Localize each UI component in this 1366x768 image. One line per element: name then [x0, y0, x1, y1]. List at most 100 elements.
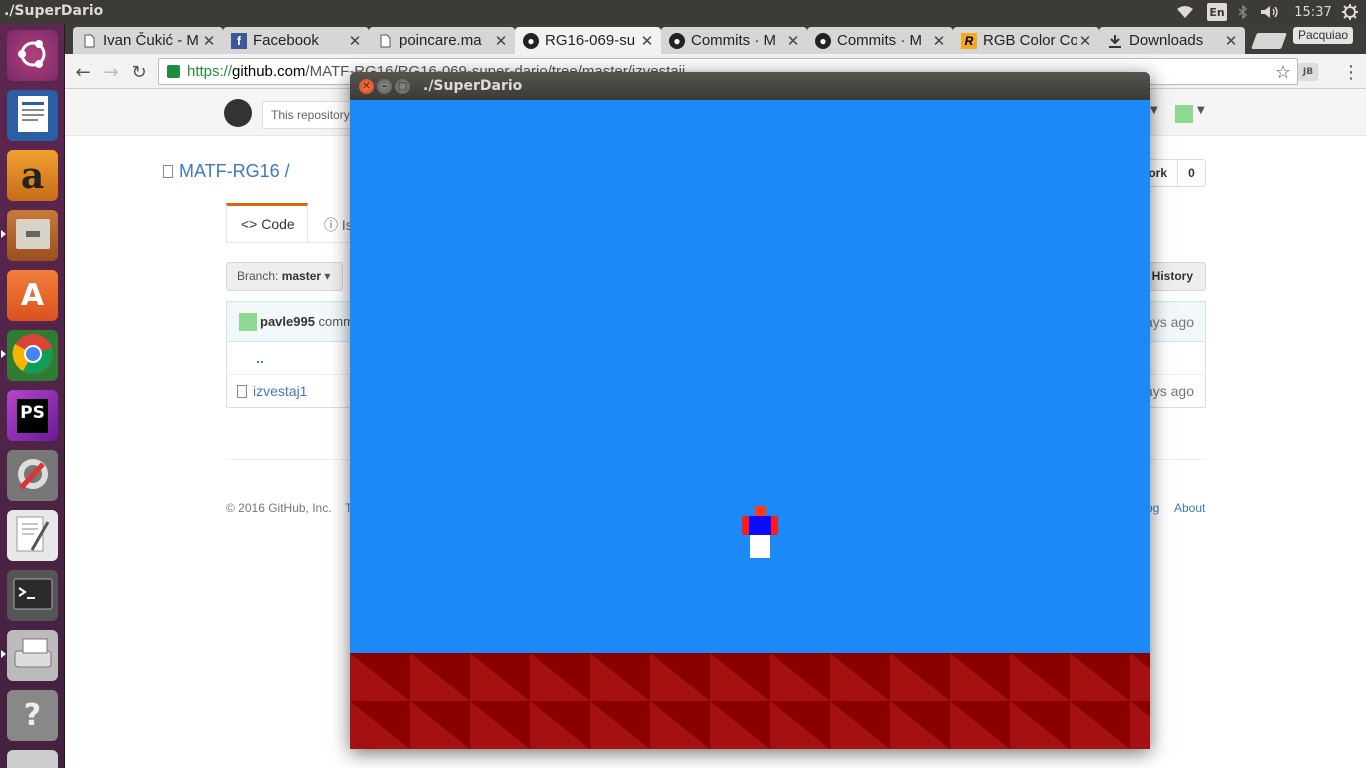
tab-close-icon[interactable]: ✕	[201, 32, 217, 50]
parent-dir-link[interactable]: ..	[256, 350, 264, 366]
tab-strip: Ivan Čukić - M ✕ f Facebook ✕ poincare.m…	[65, 24, 1366, 54]
close-icon[interactable]: ✕	[359, 79, 374, 94]
browser-tab-7[interactable]: R RGB Color Co ✕	[953, 27, 1099, 54]
dash-button[interactable]	[7, 30, 58, 81]
power-gear-icon[interactable]	[1340, 2, 1360, 22]
code-icon: <>	[241, 216, 262, 232]
facebook-icon: f	[231, 32, 247, 49]
new-tab-button[interactable]	[1251, 33, 1287, 49]
minimize-icon[interactable]: –	[377, 79, 392, 94]
tab-label: RG16-069-su	[545, 32, 636, 49]
page-icon	[81, 33, 97, 49]
top-panel: ./SuperDario En 15:37	[0, 0, 1366, 24]
launcher-writer[interactable]	[7, 90, 58, 141]
game-window-title: ./SuperDario	[423, 78, 523, 94]
menu-icon[interactable]: ⋮	[1340, 61, 1362, 83]
phpstorm-icon: PS	[17, 398, 48, 433]
tab-close-icon[interactable]: ✕	[493, 32, 509, 50]
launcher-terminal[interactable]	[7, 570, 58, 621]
extension-jb-icon[interactable]: JB	[1298, 63, 1318, 81]
ground-pattern	[350, 653, 1150, 749]
launcher-software-center[interactable]: A	[7, 270, 58, 321]
browser-tab-4-active[interactable]: ● RG16-069-su ✕	[515, 27, 661, 54]
player-torso	[749, 516, 771, 535]
bluetooth-icon[interactable]	[1236, 2, 1250, 22]
tab-close-icon[interactable]: ✕	[785, 32, 801, 50]
tab-close-icon[interactable]: ✕	[931, 32, 947, 50]
github-logo-icon[interactable]	[224, 99, 252, 127]
settings-wrench-icon	[13, 454, 53, 498]
chevron-down-icon[interactable]: ▼	[1150, 105, 1158, 116]
footer-copyright: © 2016 GitHub, Inc.	[226, 501, 332, 515]
browser-tab-2[interactable]: f Facebook ✕	[223, 27, 369, 54]
back-arrow-icon[interactable]: ←	[72, 61, 94, 83]
scanner-icon	[13, 637, 53, 675]
clock[interactable]: 15:37	[1293, 2, 1333, 22]
launcher-phpstorm[interactable]: PS	[7, 390, 58, 441]
text-editor-icon	[14, 514, 52, 558]
avatar[interactable]	[1175, 105, 1193, 123]
tab-close-icon[interactable]: ✕	[1223, 32, 1239, 50]
download-icon	[1107, 33, 1123, 49]
launcher-scanner[interactable]	[7, 630, 58, 681]
browser-tab-8[interactable]: Downloads ✕	[1099, 27, 1245, 54]
player-legs	[750, 535, 770, 558]
keyboard-layout-indicator[interactable]: En	[1207, 3, 1227, 21]
github-icon: ●	[669, 32, 685, 49]
browser-tab-3[interactable]: poincare.ma ✕	[369, 27, 515, 54]
shopping-bag-icon: A	[20, 278, 45, 313]
launcher-chrome[interactable]	[7, 330, 58, 381]
ground-tiles	[350, 653, 1150, 749]
commit-author[interactable]: pavle995 comm	[260, 314, 354, 329]
launcher-document[interactable]	[7, 750, 58, 768]
launcher-files[interactable]	[7, 210, 58, 261]
chevron-down-icon[interactable]: ▼	[1197, 105, 1205, 116]
tab-close-icon[interactable]: ✕	[639, 32, 655, 50]
launcher: a A PS ?	[0, 24, 65, 768]
file-link[interactable]: izvestaj1	[253, 383, 307, 399]
tab-issues[interactable]: ⓘ Is	[324, 215, 353, 235]
bookmark-star-icon[interactable]: ☆	[1272, 61, 1294, 83]
amazon-icon: a	[20, 154, 45, 197]
launcher-help[interactable]: ?	[7, 690, 58, 741]
tab-close-icon[interactable]: ✕	[1077, 32, 1093, 50]
document-writer-icon	[16, 94, 50, 138]
tab-label: Downloads	[1129, 32, 1204, 49]
tab-label: poincare.ma	[399, 32, 482, 49]
tab-label: Commits · M	[837, 32, 922, 49]
tab-label: Commits · M	[691, 32, 776, 49]
game-window-titlebar[interactable]: ✕ – □ ./SuperDario	[350, 72, 1150, 100]
tabs-divider	[226, 242, 356, 243]
tab-code[interactable]: <> Code	[226, 203, 308, 243]
player-head	[755, 506, 766, 516]
browser-tab-6[interactable]: ● Commits · M ✕	[807, 27, 953, 54]
ubuntu-logo-icon	[15, 36, 51, 76]
forward-arrow-icon[interactable]: →	[100, 61, 122, 83]
active-window-title: ./SuperDario	[4, 3, 104, 19]
footer-about-link[interactable]: About	[1174, 501, 1205, 515]
rgb-icon: R	[961, 32, 977, 49]
running-indicator	[1, 230, 6, 238]
page-icon	[377, 33, 393, 49]
launcher-amazon[interactable]: a	[7, 150, 58, 201]
wifi-icon[interactable]	[1175, 2, 1195, 22]
game-canvas[interactable]	[350, 100, 1150, 749]
issue-icon: ⓘ	[324, 217, 342, 233]
running-indicator	[1, 350, 6, 358]
launcher-system-settings[interactable]	[7, 450, 58, 501]
avatar[interactable]	[239, 313, 257, 331]
reload-icon[interactable]: ↻	[128, 61, 150, 83]
browser-tab-5[interactable]: ● Commits · M ✕	[661, 27, 807, 54]
profile-button[interactable]: Pacquiao	[1293, 27, 1354, 44]
repo-icon	[163, 165, 173, 178]
file-cabinet-icon	[14, 217, 52, 255]
launcher-text-editor[interactable]	[7, 510, 58, 561]
maximize-icon[interactable]: □	[395, 79, 410, 94]
browser-tab-1[interactable]: Ivan Čukić - M ✕	[73, 27, 223, 54]
github-icon: ●	[523, 32, 539, 49]
volume-icon[interactable]	[1259, 2, 1281, 22]
tab-close-icon[interactable]: ✕	[347, 32, 363, 50]
url-host: github.com	[232, 63, 306, 80]
repo-owner-link[interactable]: MATF-RG16 /	[179, 161, 290, 182]
branch-select[interactable]: Branch: master ▾	[226, 262, 343, 291]
